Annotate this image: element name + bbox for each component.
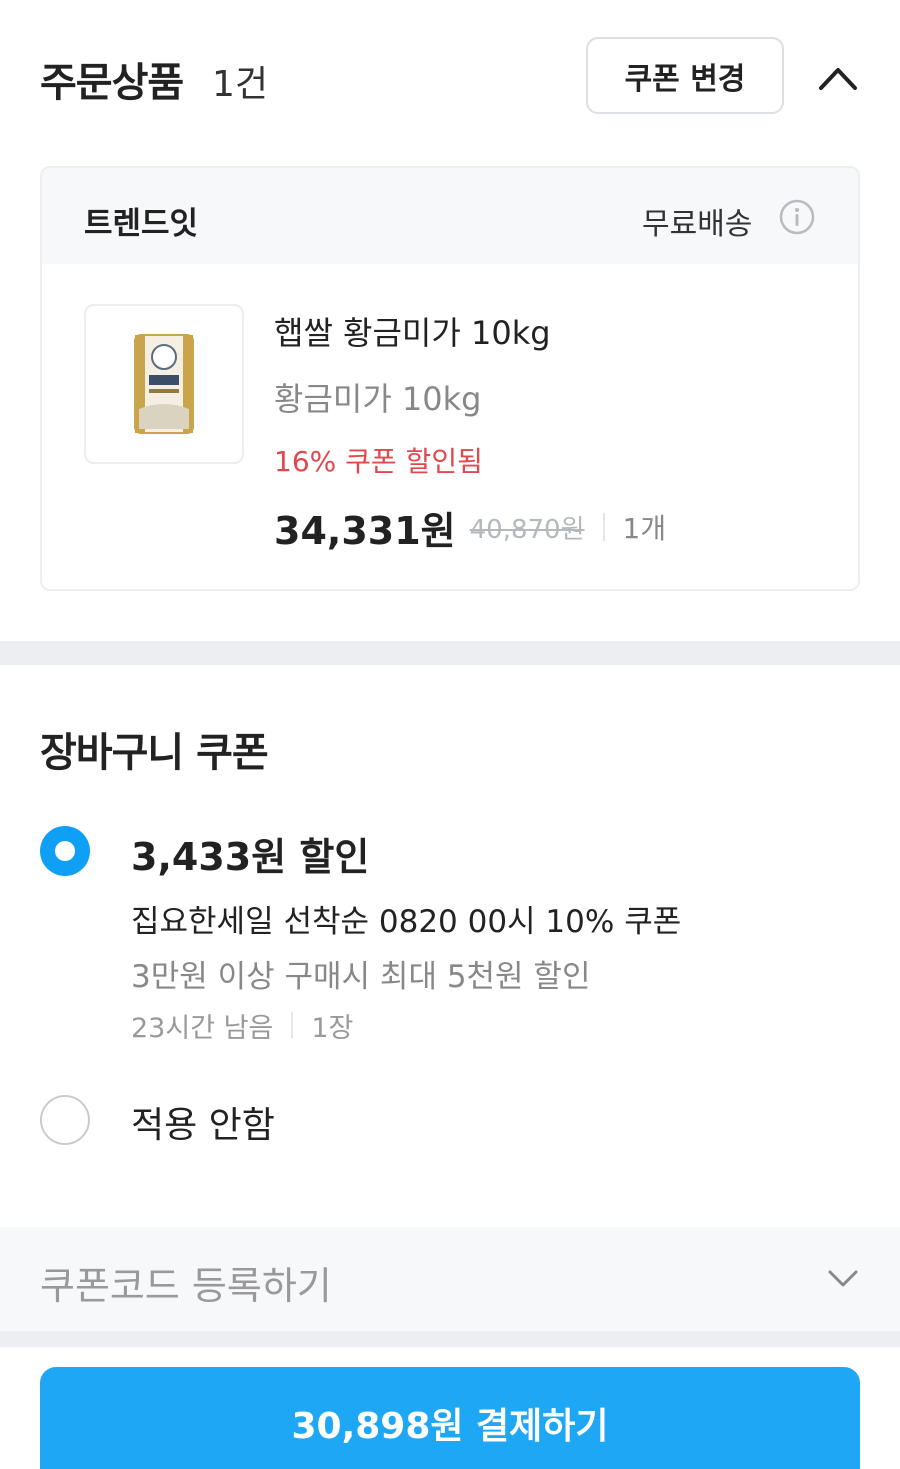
order-items-title: 주문상품 — [40, 60, 184, 106]
price-divider — [602, 513, 605, 541]
pay-button[interactable]: 30,898원 결제하기 — [40, 1367, 860, 1469]
order-page: 주문상품 1건 쿠폰 변경 트렌드잇 무료배송 햅쌀 황금미가 10kg 황금미… — [0, 0, 900, 1469]
store-header: 트렌드잇 무료배송 — [42, 168, 858, 264]
quantity: 1개 — [622, 512, 667, 545]
meta-divider — [291, 1012, 294, 1038]
coupon-time-remaining: 23시간 남음 — [131, 1012, 274, 1044]
product-thumbnail[interactable] — [84, 304, 244, 464]
info-icon[interactable] — [778, 198, 816, 236]
store-name: 트렌드잇 — [84, 206, 199, 242]
order-items-count: 1건 — [212, 64, 269, 105]
shipping-label: 무료배송 — [642, 207, 753, 242]
coupon-code-label: 쿠폰코드 등록하기 — [40, 1264, 332, 1308]
no-coupon-label[interactable]: 적용 안함 — [131, 1096, 275, 1148]
coupon-name: 집요한세일 선착순 0820 00시 10% 쿠폰 — [131, 904, 682, 940]
bottom-divider — [0, 1331, 900, 1347]
coupon-condition: 3만원 이상 구매시 최대 5천원 할인 — [131, 959, 591, 995]
coupon-discount-text: 16% 쿠폰 할인됨 — [274, 445, 483, 478]
coupon-meta: 23시간 남음 1장 — [131, 1006, 353, 1044]
coupon-discount-amount[interactable]: 3,433원 할인 — [131, 826, 369, 881]
coupon-radio-selected[interactable] — [40, 826, 90, 876]
sale-price: 34,331원 — [274, 508, 456, 553]
radio-dot — [55, 841, 75, 861]
store-card: 트렌드잇 무료배송 햅쌀 황금미가 10kg 황금미가 10kg 16% 쿠폰 … — [40, 166, 860, 591]
rice-bag-image — [134, 334, 194, 434]
coupon-change-button[interactable]: 쿠폰 변경 — [586, 37, 784, 114]
coupon-code-row[interactable]: 쿠폰코드 등록하기 — [0, 1227, 900, 1331]
original-price: 40,870원 — [469, 514, 585, 545]
coupon-radio-none[interactable] — [40, 1095, 90, 1145]
order-items-header: 주문상품 1건 쿠폰 변경 — [0, 0, 900, 150]
coupon-count: 1장 — [311, 1012, 354, 1044]
cart-coupon-title: 장바구니 쿠폰 — [40, 730, 269, 776]
chevron-down-icon[interactable] — [822, 1259, 864, 1299]
chevron-up-icon[interactable] — [814, 58, 862, 98]
section-divider — [0, 641, 900, 665]
product-name[interactable]: 햅쌀 황금미가 10kg — [274, 308, 551, 354]
price-row: 34,331원 40,870원 1개 — [274, 502, 667, 553]
product-option: 황금미가 10kg — [274, 380, 482, 418]
